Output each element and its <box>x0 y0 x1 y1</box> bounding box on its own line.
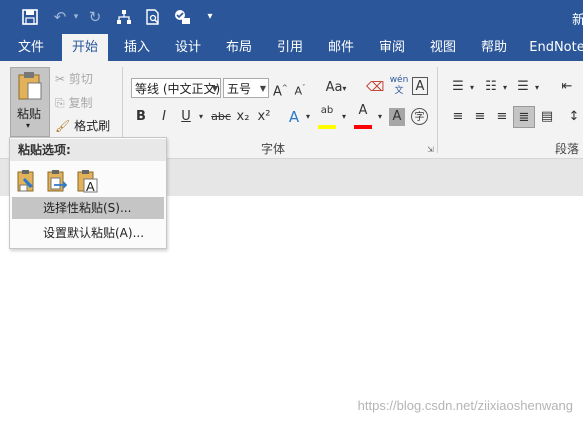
ribbon-tabs: 文件 开始 插入 设计 布局 引用 邮件 审阅 视图 帮助 EndNote <box>0 34 583 61</box>
character-border-icon[interactable]: A <box>412 77 428 95</box>
tab-references[interactable]: 引用 <box>268 34 312 61</box>
tab-home[interactable]: 开始 <box>62 34 108 61</box>
multilevel-dropdown-icon[interactable]: ▾ <box>533 77 541 99</box>
highlight-icon[interactable]: ab <box>318 103 336 129</box>
merge-formatting-icon[interactable] <box>46 169 68 193</box>
align-left-icon[interactable]: ≡ <box>449 106 467 128</box>
multilevel-list-icon[interactable]: ☰ <box>514 76 532 98</box>
justify-icon[interactable]: ≣ <box>513 106 535 128</box>
tab-endnote[interactable]: EndNote <box>527 34 583 61</box>
tab-layout[interactable]: 布局 <box>217 34 261 61</box>
tab-help[interactable]: 帮助 <box>472 34 516 61</box>
font-color-dropdown-icon[interactable]: ▾ <box>375 106 385 128</box>
font-size-combo[interactable]: 五号 ▼ <box>223 78 269 98</box>
set-default-paste-item[interactable]: 设置默认粘贴(A)... <box>12 222 164 244</box>
save-icon[interactable] <box>20 7 40 27</box>
window-title: 新 <box>572 13 583 28</box>
superscript-icon[interactable]: x² <box>256 106 272 128</box>
font-color-icon[interactable]: A <box>354 103 372 129</box>
title-bar: ↶ ▾ ↻ ▾ 新 <box>0 0 583 34</box>
font-name-combo[interactable]: 等线 (中文正文) ▼ <box>131 78 221 98</box>
align-center-icon[interactable]: ≡ <box>471 106 489 128</box>
cut-button[interactable]: ✂ 剪切 <box>55 70 93 87</box>
group-divider <box>437 67 438 153</box>
bold-icon[interactable]: B <box>134 106 148 128</box>
copy-icon: ⎘ <box>55 96 65 110</box>
paste-options-header: 粘贴选项: <box>10 139 166 161</box>
clear-formatting-icon[interactable]: ⌫ <box>366 77 384 99</box>
enclose-characters-icon[interactable]: 字 <box>411 108 428 125</box>
scissors-icon: ✂ <box>55 72 66 86</box>
undo-dropdown-icon[interactable]: ▾ <box>66 7 86 27</box>
svg-text:A: A <box>86 179 95 193</box>
font-size-value: 五号 <box>227 82 252 96</box>
change-case-icon[interactable]: Aa▾ <box>324 77 348 99</box>
keep-source-formatting-icon[interactable] <box>16 169 38 193</box>
clipboard-icon <box>18 72 42 100</box>
italic-icon[interactable]: I <box>157 106 171 128</box>
align-right-icon[interactable]: ≡ <box>493 106 511 128</box>
grow-font-icon[interactable]: A^ <box>273 77 288 99</box>
line-spacing-icon[interactable]: ↕ <box>564 106 583 128</box>
keep-text-only-icon[interactable]: A <box>76 169 98 194</box>
subscript-icon[interactable]: x₂ <box>235 106 251 128</box>
distributed-icon[interactable]: ▤ <box>538 106 556 128</box>
tab-view[interactable]: 视图 <box>421 34 465 61</box>
copy-label: 复制 <box>68 96 93 110</box>
text-effects-icon[interactable]: A <box>286 106 302 128</box>
paste-label: 粘贴 <box>17 107 42 121</box>
chevron-down-icon: ▼ <box>259 84 266 93</box>
bullets-icon[interactable]: ☰ <box>449 76 467 98</box>
tab-mailings[interactable]: 邮件 <box>319 34 363 61</box>
pinyin-guide-icon[interactable]: wén 文 <box>388 75 410 97</box>
brush-icon: 🖌 <box>55 119 71 133</box>
tab-insert[interactable]: 插入 <box>115 34 159 61</box>
numbering-icon[interactable]: ☷ <box>482 76 500 98</box>
tab-design[interactable]: 设计 <box>166 34 210 61</box>
cut-label: 剪切 <box>68 72 93 86</box>
format-painter-button[interactable]: 🖌 格式刷 <box>55 117 110 134</box>
text-effects-dropdown-icon[interactable]: ▾ <box>303 106 313 128</box>
copy-button[interactable]: ⎘ 复制 <box>55 94 92 111</box>
decrease-indent-icon[interactable]: ⇤ <box>556 76 578 98</box>
highlight-dropdown-icon[interactable]: ▾ <box>339 106 349 128</box>
paste-special-item[interactable]: 选择性粘贴(S)... <box>12 197 164 219</box>
character-shading-icon[interactable]: A <box>389 108 405 126</box>
print-preview-icon[interactable] <box>143 7 163 27</box>
structure-icon[interactable] <box>114 7 134 27</box>
bullets-dropdown-icon[interactable]: ▾ <box>468 77 476 99</box>
tab-review[interactable]: 审阅 <box>370 34 414 61</box>
strikethrough-icon[interactable]: abc <box>211 106 231 128</box>
underline-icon[interactable]: U <box>179 106 193 128</box>
watermark: https://blog.csdn.net/ziixiaoshenwang <box>357 398 573 413</box>
format-painter-label: 格式刷 <box>74 119 111 133</box>
customize-icon[interactable]: ▾ <box>200 7 220 27</box>
underline-dropdown-icon[interactable]: ▾ <box>196 106 206 128</box>
paste-dropdown-icon: ▾ <box>26 121 31 130</box>
chevron-down-icon: ▼ <box>211 84 218 93</box>
check-icon[interactable] <box>172 7 192 27</box>
paste-options-menu: 粘贴选项: A 选择性粘贴(S)... 设置默认粘贴(A)... <box>9 137 167 249</box>
numbering-dropdown-icon[interactable]: ▾ <box>501 77 509 99</box>
font-name-value: 等线 (中文正文) <box>135 82 221 96</box>
redo-icon[interactable]: ↻ <box>85 7 105 27</box>
tab-file[interactable]: 文件 <box>10 34 52 61</box>
font-dialog-launcher-icon[interactable]: ⇲ <box>427 145 434 154</box>
shrink-font-icon[interactable]: Aˇ <box>293 77 307 99</box>
paste-button[interactable]: 粘贴 ▾ <box>10 67 50 137</box>
paragraph-group-label: 段落 <box>555 142 580 156</box>
font-group-label: 字体 <box>261 142 286 156</box>
